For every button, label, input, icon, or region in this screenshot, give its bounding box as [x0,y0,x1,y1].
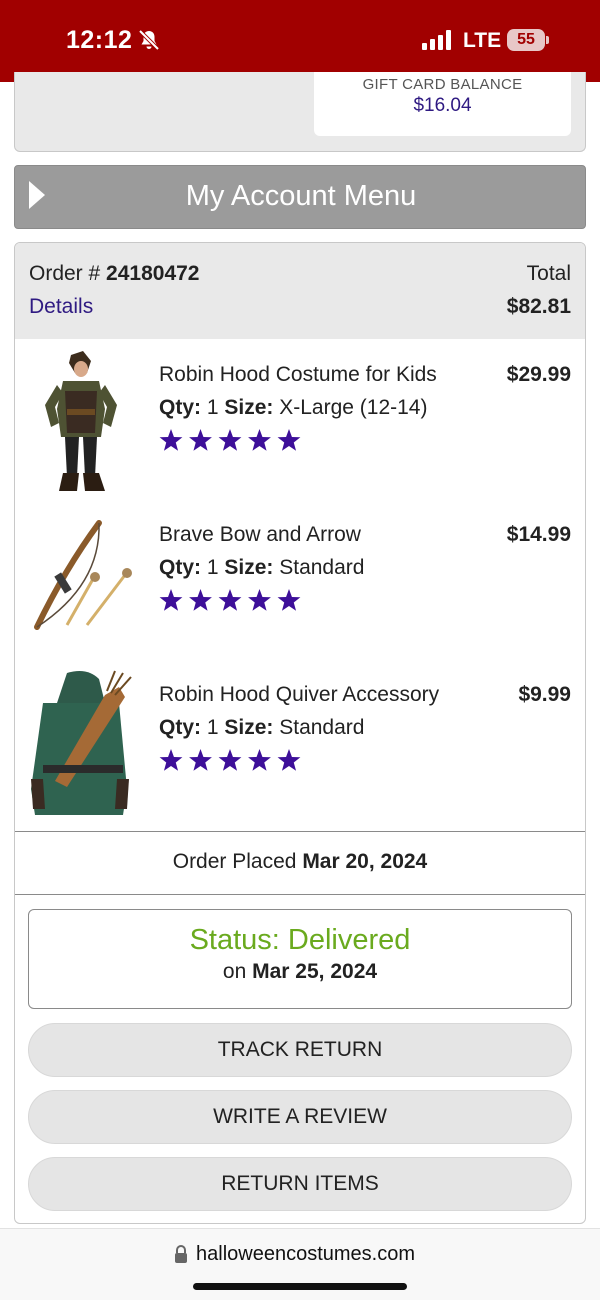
write-review-button[interactable]: WRITE A REVIEW [28,1090,572,1144]
star-icon [159,589,183,611]
item-rating-stars [159,429,301,451]
bow-and-arrow-image[interactable] [27,509,133,657]
status-bar: 12:12 LTE 55 [0,0,600,82]
size-label: Size: [224,396,274,419]
order-number-label: Order # [29,262,101,285]
star-icon [189,589,212,611]
star-icon [218,749,242,771]
star-icon [277,589,301,611]
order-number: Order # 24180472 [29,262,199,286]
order-header: Order # 24180472 Details Total $82.81 [15,243,585,339]
qty-label: Qty: [159,716,201,739]
browser-url-bar[interactable]: halloweencostumes.com [0,1228,600,1300]
delivered-on-label: on [222,960,247,983]
lock-icon [175,1245,187,1263]
signal-icon [422,30,451,50]
item-meta: Qty: 1 Size: X-Large (12-14) [159,396,427,420]
size-label: Size: [224,716,274,739]
star-icon [159,429,183,451]
qty-value: 1 [206,716,219,739]
home-indicator[interactable] [193,1283,407,1290]
item-name[interactable]: Robin Hood Costume for Kids [159,363,437,387]
star-icon [189,429,212,451]
qty-value: 1 [206,556,219,579]
gift-card-balance: GIFT CARD BALANCE $16.04 [314,72,571,136]
item-price: $29.99 [506,363,571,386]
gift-card-label: GIFT CARD BALANCE [362,76,523,93]
delivery-status-box: Status: Delivered on Mar 25, 2024 [28,909,572,1009]
order-details-link[interactable]: Details [29,295,93,319]
star-icon [248,589,271,611]
item-name[interactable]: Brave Bow and Arrow [159,523,361,547]
order-placed-label: Order Placed [172,850,297,873]
delivered-date: Mar 25, 2024 [252,960,378,983]
star-icon [248,429,271,451]
account-menu-title: My Account Menu [185,180,417,212]
battery-icon: 55 [507,29,545,51]
item-rating-stars [159,589,301,611]
item-rating-stars [159,749,301,771]
star-icon [277,429,301,451]
network-type: LTE [463,29,502,52]
order-item: Robin Hood Quiver Accessory $9.99 Qty: 1… [15,669,585,819]
battery-cap [546,36,549,44]
return-items-button[interactable]: RETURN ITEMS [28,1157,572,1211]
star-icon [218,589,242,611]
star-icon [248,749,271,771]
item-price: $9.99 [518,683,571,706]
star-icon [277,749,301,771]
delivery-status: Status: Delivered [189,924,411,956]
size-value: X-Large (12-14) [279,396,428,419]
order-total-label: Total [526,262,571,285]
item-name[interactable]: Robin Hood Quiver Accessory [159,683,439,707]
star-icon [159,749,183,771]
qty-label: Qty: [159,556,201,579]
order-placed-date: Mar 20, 2024 [302,850,428,873]
size-value: Standard [279,716,365,739]
qty-value: 1 [206,396,219,419]
status-time: 12:12 [66,26,133,54]
account-menu-toggle[interactable]: My Account Menu [14,165,586,229]
order-placed-row: Order Placed Mar 20, 2024 [15,831,585,895]
order-item: Brave Bow and Arrow $14.99 Qty: 1 Size: … [15,509,585,659]
qty-label: Qty: [159,396,201,419]
size-value: Standard [279,556,365,579]
star-icon [189,749,212,771]
item-meta: Qty: 1 Size: Standard [159,556,364,580]
delivery-date-line: on Mar 25, 2024 [29,960,571,984]
track-return-button[interactable]: TRACK RETURN [28,1023,572,1077]
order-item: Robin Hood Costume for Kids $29.99 Qty: … [15,349,585,499]
robin-hood-costume-image[interactable] [27,349,133,497]
order-card: Order # 24180472 Details Total $82.81 Ro… [14,242,586,1224]
quiver-accessory-image[interactable] [27,669,133,817]
gift-card-value: $16.04 [413,95,472,116]
order-total-value: $82.81 [506,295,571,318]
size-label: Size: [224,556,274,579]
order-number-value: 24180472 [106,262,200,285]
url-text[interactable]: halloweencostumes.com [196,1243,415,1266]
bell-slash-icon [138,29,160,51]
star-icon [218,429,242,451]
item-meta: Qty: 1 Size: Standard [159,716,364,740]
item-price: $14.99 [506,523,571,546]
